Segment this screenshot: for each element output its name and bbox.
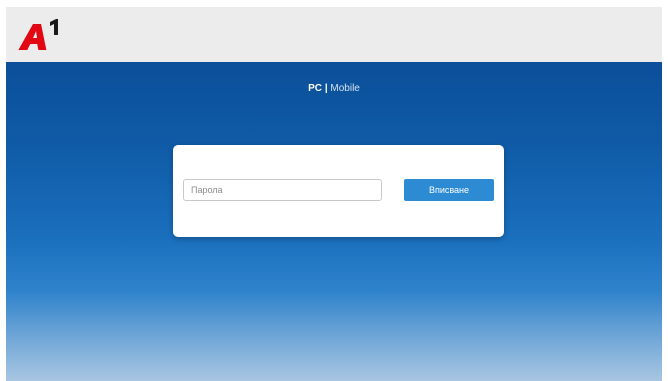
- login-card: Вписване: [173, 145, 504, 237]
- switcher-separator: |: [324, 83, 328, 94]
- mobile-version-link[interactable]: Mobile: [330, 83, 359, 94]
- login-hero: PC | Mobile Вписване: [6, 62, 662, 381]
- top-bar: [6, 7, 662, 62]
- password-input[interactable]: [183, 179, 382, 201]
- page-frame: PC | Mobile Вписване: [6, 7, 662, 381]
- version-switcher: PC | Mobile: [6, 83, 662, 95]
- pc-version-link[interactable]: PC: [308, 83, 322, 94]
- login-button[interactable]: Вписване: [404, 179, 494, 201]
- a1-logo: [18, 19, 58, 50]
